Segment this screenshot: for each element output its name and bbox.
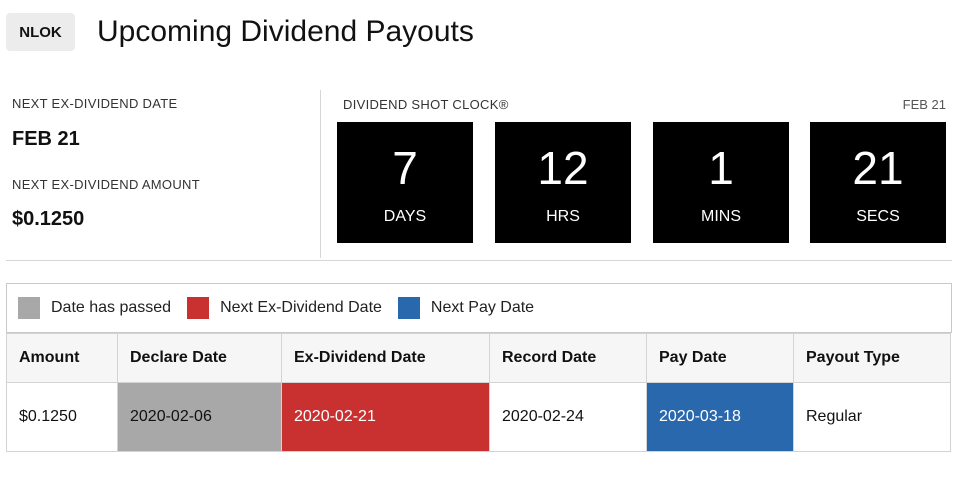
shot-clock-label: DIVIDEND SHOT CLOCK® [343, 97, 509, 112]
next-ex-date-value: FEB 21 [12, 128, 80, 150]
dividend-table: Amount Declare Date Ex-Dividend Date Rec… [6, 333, 951, 452]
page-title: Upcoming Dividend Payouts [97, 15, 474, 48]
shot-clock-date: FEB 21 [902, 97, 946, 112]
legend-item-pay: Next Pay Date [397, 297, 535, 319]
next-ex-amount-label: NEXT EX-DIVIDEND AMOUNT [12, 177, 200, 192]
legend-item-passed: Date has passed [18, 297, 171, 319]
vertical-divider [320, 90, 321, 258]
header-amount: Amount [6, 333, 118, 383]
cell-declare-date: 2020-02-06 [117, 382, 282, 452]
header-ex-dividend-date: Ex-Dividend Date [281, 333, 490, 383]
clock-minutes-unit: MINS [701, 208, 741, 225]
ticker-badge: NLOK [6, 13, 75, 51]
clock-days-unit: DAYS [383, 208, 427, 225]
header-record-date: Record Date [489, 333, 647, 383]
cell-amount: $0.1250 [6, 382, 118, 452]
clock-minutes: 1 MINS [653, 122, 789, 243]
cell-payout-type: Regular [793, 382, 951, 452]
legend-item-ex-dividend: Next Ex-Dividend Date [187, 297, 382, 319]
legend-swatch-passed [18, 297, 40, 319]
cell-ex-dividend-date: 2020-02-21 [281, 382, 490, 452]
header-declare-date: Declare Date [117, 333, 282, 383]
table-row: $0.1250 2020-02-06 2020-02-21 2020-02-24… [6, 382, 951, 452]
clock-hours: 12 HRS [495, 122, 631, 243]
date-legend: Date has passed Next Ex-Dividend Date Ne… [6, 283, 952, 333]
legend-label-passed: Date has passed [51, 299, 172, 316]
clock-minutes-value: 1 [708, 142, 734, 194]
next-ex-date-label: NEXT EX-DIVIDEND DATE [12, 96, 178, 111]
clock-days: 7 DAYS [337, 122, 473, 243]
cell-pay-date: 2020-03-18 [646, 382, 794, 452]
clock-seconds: 21 SECS [810, 122, 946, 243]
clock-seconds-unit: SECS [856, 208, 900, 225]
clock-seconds-value: 21 [852, 142, 904, 194]
clock-hours-unit: HRS [546, 208, 580, 225]
clock-hours-value: 12 [537, 142, 589, 194]
cell-record-date: 2020-02-24 [489, 382, 647, 452]
next-ex-amount-value: $0.1250 [12, 208, 85, 230]
table-header-row: Amount Declare Date Ex-Dividend Date Rec… [6, 333, 951, 383]
clock-days-value: 7 [392, 142, 418, 194]
header-payout-type: Payout Type [793, 333, 951, 383]
legend-swatch-pay [397, 297, 420, 319]
legend-swatch-ex-dividend [187, 297, 210, 319]
legend-label-pay: Next Pay Date [430, 299, 535, 316]
horizontal-divider [6, 260, 952, 261]
header-pay-date: Pay Date [646, 333, 794, 383]
legend-label-ex-dividend: Next Ex-Dividend Date [220, 299, 382, 316]
